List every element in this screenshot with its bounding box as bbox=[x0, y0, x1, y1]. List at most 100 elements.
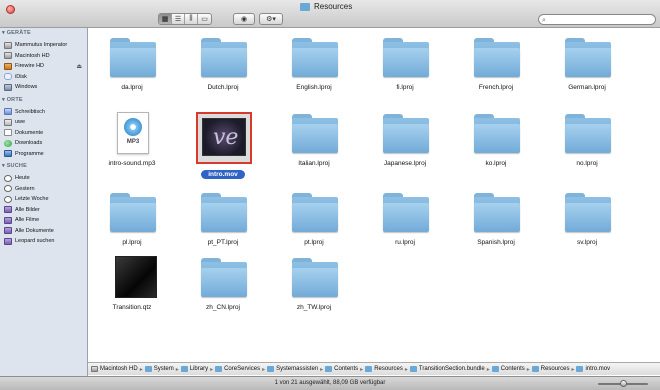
file-item[interactable]: English.lproj bbox=[275, 36, 353, 114]
folder-icon bbox=[292, 256, 338, 298]
file-name-label: German.lproj bbox=[568, 84, 606, 91]
sidebar-item-label: Heute bbox=[15, 175, 30, 181]
quick-look-eye-icon[interactable]: ◉ bbox=[234, 14, 254, 24]
file-item[interactable]: French.lproj bbox=[457, 36, 535, 114]
path-segment[interactable]: Library bbox=[180, 366, 208, 372]
file-item[interactable]: Spanish.lproj bbox=[457, 191, 535, 269]
sidebar-item[interactable]: Alle Filme bbox=[4, 215, 86, 225]
file-item[interactable]: Dutch.lproj bbox=[184, 36, 262, 114]
path-segment[interactable]: Macintosh HD bbox=[91, 366, 138, 372]
gear-icon[interactable]: ⚙▾ bbox=[260, 14, 282, 24]
mp3-badge: MP3 bbox=[126, 139, 140, 145]
cover-flow-button[interactable]: ▭ bbox=[198, 14, 211, 24]
file-item[interactable]: Italian.lproj bbox=[275, 112, 353, 190]
path-segment[interactable]: System bbox=[144, 366, 174, 372]
sidebar-item[interactable]: Dokumente bbox=[4, 128, 86, 138]
smart-folder-icon bbox=[4, 206, 12, 213]
sidebar-item[interactable]: iDisk bbox=[4, 72, 86, 82]
movie-thumbnail-icon: ve bbox=[196, 112, 252, 164]
file-item[interactable]: ru.lproj bbox=[366, 191, 444, 269]
file-name-label: da.lproj bbox=[121, 84, 143, 91]
file-item[interactable]: ko.lproj bbox=[457, 112, 535, 190]
sidebar-item[interactable]: Windows bbox=[4, 82, 86, 92]
slider-knob[interactable] bbox=[619, 380, 627, 387]
sidebar-item[interactable]: Gestern bbox=[4, 184, 86, 194]
path-separator-icon: ▸ bbox=[360, 366, 364, 373]
path-segment[interactable]: Contents bbox=[491, 366, 525, 372]
path-segment[interactable]: Resources bbox=[365, 366, 403, 372]
file-name-label: sv.lproj bbox=[576, 239, 598, 246]
icon-view-button[interactable]: ▦ bbox=[159, 14, 172, 24]
sidebar-item-label: Downloads bbox=[15, 140, 43, 146]
folder-icon bbox=[180, 366, 188, 372]
path-segment[interactable]: Resources bbox=[531, 366, 569, 372]
sidebar-section-heading[interactable]: ▾ GERÄTE bbox=[2, 30, 31, 36]
file-item[interactable]: zh_CN.lproj bbox=[184, 256, 262, 334]
path-separator-icon: ▸ bbox=[404, 366, 408, 373]
idisk-icon bbox=[4, 73, 12, 80]
sidebar-item[interactable]: Letzte Woche bbox=[4, 194, 86, 204]
applications-icon bbox=[4, 150, 12, 157]
path-segment-label: CoreServices bbox=[224, 366, 261, 372]
sidebar-item[interactable]: uwe bbox=[4, 117, 86, 127]
path-separator-icon: ▸ bbox=[320, 366, 324, 373]
sidebar-section-heading[interactable]: ▾ SUCHE bbox=[2, 163, 27, 169]
column-view-button[interactable]: ⫼ bbox=[185, 14, 198, 24]
path-separator-icon: ▸ bbox=[486, 366, 490, 373]
folder-icon bbox=[474, 112, 520, 154]
file-name-label: ru.lproj bbox=[395, 239, 415, 246]
sidebar-item-label: Alle Dokumente bbox=[15, 227, 54, 234]
file-item[interactable]: zh_TW.lproj bbox=[275, 256, 353, 334]
sidebar-item[interactable]: Mammutus Imperator bbox=[4, 40, 86, 50]
file-item[interactable]: German.lproj bbox=[548, 36, 626, 114]
close-window-button[interactable] bbox=[6, 5, 15, 14]
sidebar-item[interactable]: Alle Dokumente bbox=[4, 226, 86, 236]
sidebar-item[interactable]: Downloads bbox=[4, 138, 86, 148]
path-segment[interactable]: Systemassisten bbox=[267, 366, 318, 372]
view-mode-segmented-control[interactable]: ▦ ☰ ⫼ ▭ bbox=[158, 13, 212, 25]
file-name-label: intro.mov bbox=[201, 170, 245, 179]
path-segment[interactable]: CoreServices bbox=[215, 366, 260, 372]
sidebar-item[interactable]: Leopard suchen bbox=[4, 236, 86, 246]
file-item[interactable]: sv.lproj bbox=[548, 191, 626, 269]
action-menu-control[interactable]: ⚙▾ bbox=[259, 13, 283, 25]
file-item[interactable]: MP3 intro-sound.mp3 bbox=[93, 112, 171, 190]
file-icon-grid: da.lproj Dutch.lproj English.lproj fi.lproj… bbox=[89, 28, 660, 358]
sidebar-item[interactable]: Programme bbox=[4, 149, 86, 159]
list-view-button[interactable]: ☰ bbox=[172, 14, 185, 24]
path-segment-label: Contents bbox=[334, 366, 359, 372]
file-item[interactable]: fi.lproj bbox=[366, 36, 444, 114]
window-titlebar: Resources ▦ ☰ ⫼ ▭ ◉ ⚙▾ ⌕ bbox=[0, 0, 660, 28]
path-segment[interactable]: intro.mov bbox=[576, 366, 610, 372]
folder-icon bbox=[531, 366, 539, 372]
eject-icon[interactable]: ⏏ bbox=[76, 63, 82, 70]
quick-look-control[interactable]: ◉ bbox=[233, 13, 255, 25]
path-segment[interactable]: Contents bbox=[325, 366, 358, 372]
sidebar-item-label: Macintosh HD bbox=[15, 52, 50, 59]
folder-icon bbox=[215, 366, 223, 372]
path-segment[interactable]: TransitionSection.bundle bbox=[409, 366, 485, 372]
sidebar-section-heading[interactable]: ▾ ORTE bbox=[2, 97, 23, 103]
path-separator-icon: ▸ bbox=[571, 366, 575, 373]
file-item[interactable]: no.lproj bbox=[548, 112, 626, 190]
file-item[interactable]: Japanese.lproj bbox=[366, 112, 444, 190]
file-item[interactable]: ve intro.mov bbox=[184, 112, 262, 190]
folder-icon bbox=[383, 112, 429, 154]
sidebar-item[interactable]: Heute bbox=[4, 173, 86, 183]
window-title: Resources bbox=[300, 2, 352, 11]
sidebar-item[interactable]: Schreibtisch bbox=[4, 107, 86, 117]
folder-icon bbox=[325, 366, 333, 372]
file-name-label: fi.lproj bbox=[396, 84, 414, 91]
downloads-icon bbox=[4, 139, 12, 147]
folder-icon bbox=[565, 36, 611, 78]
icon-size-slider[interactable] bbox=[592, 380, 654, 387]
search-input[interactable]: ⌕ bbox=[538, 14, 656, 25]
sidebar-item[interactable]: Alle Bilder bbox=[4, 205, 86, 215]
sidebar-item[interactable]: Macintosh HD bbox=[4, 51, 86, 61]
sidebar-item[interactable]: Firewire HD ⏏ bbox=[4, 61, 86, 71]
file-item[interactable]: da.lproj bbox=[93, 36, 171, 114]
file-name-label: French.lproj bbox=[478, 84, 514, 91]
documents-icon bbox=[4, 129, 12, 136]
file-item[interactable]: Transition.qtz bbox=[93, 256, 171, 334]
sidebar-item-label: iDisk bbox=[15, 73, 27, 80]
